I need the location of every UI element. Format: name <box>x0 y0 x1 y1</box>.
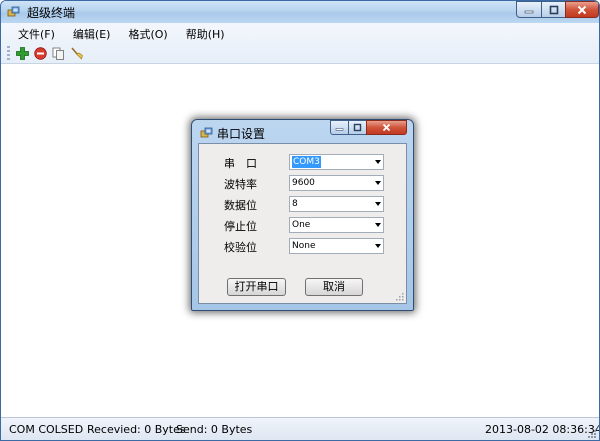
close-button[interactable] <box>565 1 599 18</box>
stopbits-value: One <box>292 220 311 230</box>
resize-grip-icon[interactable] <box>396 293 404 301</box>
toolbar-clear-button[interactable] <box>68 45 85 62</box>
status-sent: Send: 0 Bytes <box>176 423 253 436</box>
parity-value: None <box>292 241 316 251</box>
stop-icon <box>34 46 47 60</box>
maximize-icon <box>353 123 362 132</box>
menu-format[interactable]: 格式(O) <box>119 25 176 43</box>
maximize-button[interactable] <box>541 1 566 18</box>
menu-edit[interactable]: 编辑(E) <box>64 25 120 43</box>
port-value: COM3 <box>292 156 321 168</box>
close-icon <box>382 123 391 132</box>
status-timestamp: 2013-08-02 08:36:34 <box>485 423 600 436</box>
minimize-icon <box>524 10 534 13</box>
plus-icon <box>16 46 29 60</box>
chevron-down-icon[interactable] <box>375 181 381 185</box>
chevron-down-icon[interactable] <box>375 160 381 164</box>
status-bar: COM COLSED Recevied: 0 Bytes Send: 0 Byt… <box>1 417 600 440</box>
databits-select[interactable]: 8 <box>289 196 384 212</box>
app-icon <box>7 6 20 17</box>
chevron-down-icon[interactable] <box>375 244 381 248</box>
toolbar <box>7 44 86 62</box>
port-select[interactable]: COM3 <box>289 154 384 170</box>
close-icon <box>577 5 587 14</box>
dialog-maximize-button[interactable] <box>348 120 367 135</box>
open-port-button[interactable]: 打开串口 <box>227 278 286 296</box>
menu-toolbar-area: 文件(F) 编辑(E) 格式(O) 帮助(H) <box>1 23 599 64</box>
menu-file[interactable]: 文件(F) <box>9 25 64 43</box>
databits-label: 数据位 <box>224 199 257 212</box>
parity-label: 校验位 <box>224 241 257 254</box>
toolbar-stop-button[interactable] <box>32 45 49 62</box>
stopbits-select[interactable]: One <box>289 217 384 233</box>
baud-select[interactable]: 9600 <box>289 175 384 191</box>
serial-settings-dialog: 串口设置 串 口 COM3 波特率 9600 数据位 8 停止位 One 校验位… <box>191 119 414 311</box>
menu-bar: 文件(F) 编辑(E) 格式(O) 帮助(H) <box>9 25 234 43</box>
baud-value: 9600 <box>292 178 315 188</box>
title-bar[interactable]: 超级终端 <box>1 1 599 23</box>
status-received: Recevied: 0 Bytes <box>87 423 186 436</box>
stopbits-label: 停止位 <box>224 220 257 233</box>
parity-select[interactable]: None <box>289 238 384 254</box>
broom-icon <box>71 46 83 60</box>
resize-grip-icon[interactable] <box>587 429 597 439</box>
databits-value: 8 <box>292 199 298 209</box>
minimize-button[interactable] <box>516 1 542 18</box>
chevron-down-icon[interactable] <box>375 223 381 227</box>
dialog-app-icon <box>200 127 213 138</box>
port-label: 串 口 <box>224 157 257 170</box>
toolbar-copy-button[interactable] <box>50 45 67 62</box>
maximize-icon <box>549 5 558 14</box>
dialog-close-button[interactable] <box>366 120 407 135</box>
menu-help[interactable]: 帮助(H) <box>177 25 234 43</box>
dialog-title: 串口设置 <box>217 127 266 141</box>
copy-icon <box>52 47 64 60</box>
toolbar-grip[interactable] <box>7 46 10 60</box>
dialog-minimize-button[interactable] <box>330 120 349 135</box>
cancel-button[interactable]: 取消 <box>305 278 363 296</box>
status-port: COM COLSED <box>9 423 84 436</box>
window-title: 超级终端 <box>27 6 76 20</box>
chevron-down-icon[interactable] <box>375 202 381 206</box>
toolbar-add-button[interactable] <box>14 45 31 62</box>
baud-label: 波特率 <box>224 178 257 191</box>
minimize-icon <box>335 128 344 131</box>
dialog-body: 串 口 COM3 波特率 9600 数据位 8 停止位 One 校验位 None… <box>198 143 407 304</box>
